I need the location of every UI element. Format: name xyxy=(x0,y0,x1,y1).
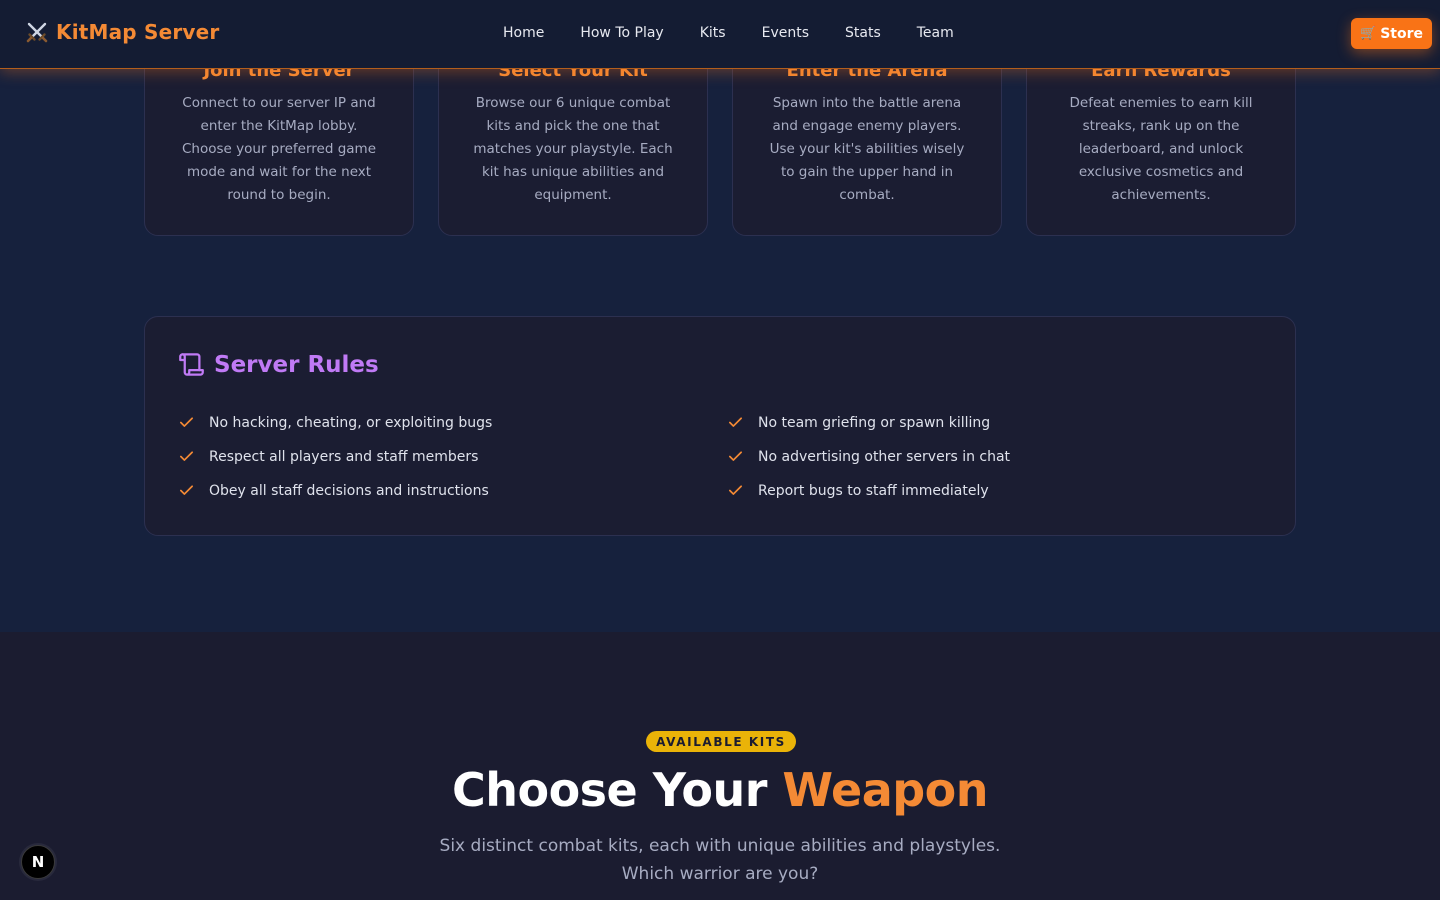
nav-stats[interactable]: Stats xyxy=(845,25,881,41)
rule-text: No hacking, cheating, or exploiting bugs xyxy=(209,414,493,431)
nav-kits[interactable]: Kits xyxy=(700,25,726,41)
check-icon xyxy=(728,451,743,461)
brand-logo[interactable]: KitMap Server xyxy=(25,20,220,44)
crossed-swords-icon xyxy=(26,22,48,43)
check-icon xyxy=(728,417,743,427)
step-description: Browse our 6 unique combat kits and pick… xyxy=(473,95,673,203)
store-button[interactable]: 🛒 Store xyxy=(1351,18,1432,49)
rule-item: Report bugs to staff immediately xyxy=(727,482,989,499)
kits-subtitle: Six distinct combat kits, each with uniq… xyxy=(439,836,1001,884)
rules-title: Server Rules xyxy=(214,351,379,378)
site-header: KitMap Server Home How To Play Kits Even… xyxy=(0,0,1440,69)
check-icon xyxy=(179,485,194,495)
rule-text: No team griefing or spawn killing xyxy=(758,414,991,431)
nav-events[interactable]: Events xyxy=(762,25,809,41)
step-card-select-kit: Select Your Kit Browse our 6 unique comb… xyxy=(438,40,708,236)
rule-item: No hacking, cheating, or exploiting bugs xyxy=(178,414,492,431)
nav-team[interactable]: Team xyxy=(917,25,954,41)
check-icon xyxy=(728,485,743,495)
check-icon xyxy=(179,417,194,427)
page: Join the Server Connect to our server IP… xyxy=(0,0,1440,900)
check-icon xyxy=(179,451,194,461)
rule-item: No team griefing or spawn killing xyxy=(727,414,990,431)
rule-item: Obey all staff decisions and instruction… xyxy=(178,482,489,499)
rule-text: Respect all players and staff members xyxy=(209,448,479,465)
step-card-earn-rewards: Earn Rewards Defeat enemies to earn kill… xyxy=(1026,40,1296,236)
step-description: Defeat enemies to earn kill streaks, ran… xyxy=(1069,95,1253,203)
framework-badge-button[interactable]: N xyxy=(21,845,55,879)
kits-title-main: Choose Your xyxy=(451,763,783,817)
brand-name: KitMap Server xyxy=(56,20,220,44)
kits-badge: AVAILABLE KITS xyxy=(646,731,796,752)
nav-how-to-play[interactable]: How To Play xyxy=(580,25,663,41)
step-description: Connect to our server IP and enter the K… xyxy=(182,95,376,203)
kits-section: AVAILABLE KITS Choose Your Weapon Six di… xyxy=(0,632,1440,900)
kits-title-accent: Weapon xyxy=(782,763,989,817)
main-nav: Home How To Play Kits Events Stats Team xyxy=(485,25,972,41)
rule-item: Respect all players and staff members xyxy=(178,448,478,465)
rule-text: No advertising other servers in chat xyxy=(758,448,1011,465)
rule-item: No advertising other servers in chat xyxy=(727,448,1010,465)
rules-heading: Server Rules xyxy=(178,351,379,378)
server-rules-panel: Server Rules No hacking, cheating, or ex… xyxy=(144,316,1296,536)
nav-home[interactable]: Home xyxy=(503,25,544,41)
scroll-icon xyxy=(179,353,204,376)
rule-text: Obey all staff decisions and instruction… xyxy=(209,482,489,499)
step-description: Spawn into the battle arena and engage e… xyxy=(769,95,965,203)
shopping-cart-icon: 🛒 xyxy=(1360,26,1377,41)
kits-title: Choose Your Weapon xyxy=(0,763,1440,817)
rule-text: Report bugs to staff immediately xyxy=(758,482,989,499)
step-card-enter-arena: Enter the Arena Spawn into the battle ar… xyxy=(732,40,1002,236)
step-card-join: Join the Server Connect to our server IP… xyxy=(144,40,414,236)
store-label: Store xyxy=(1380,25,1423,42)
